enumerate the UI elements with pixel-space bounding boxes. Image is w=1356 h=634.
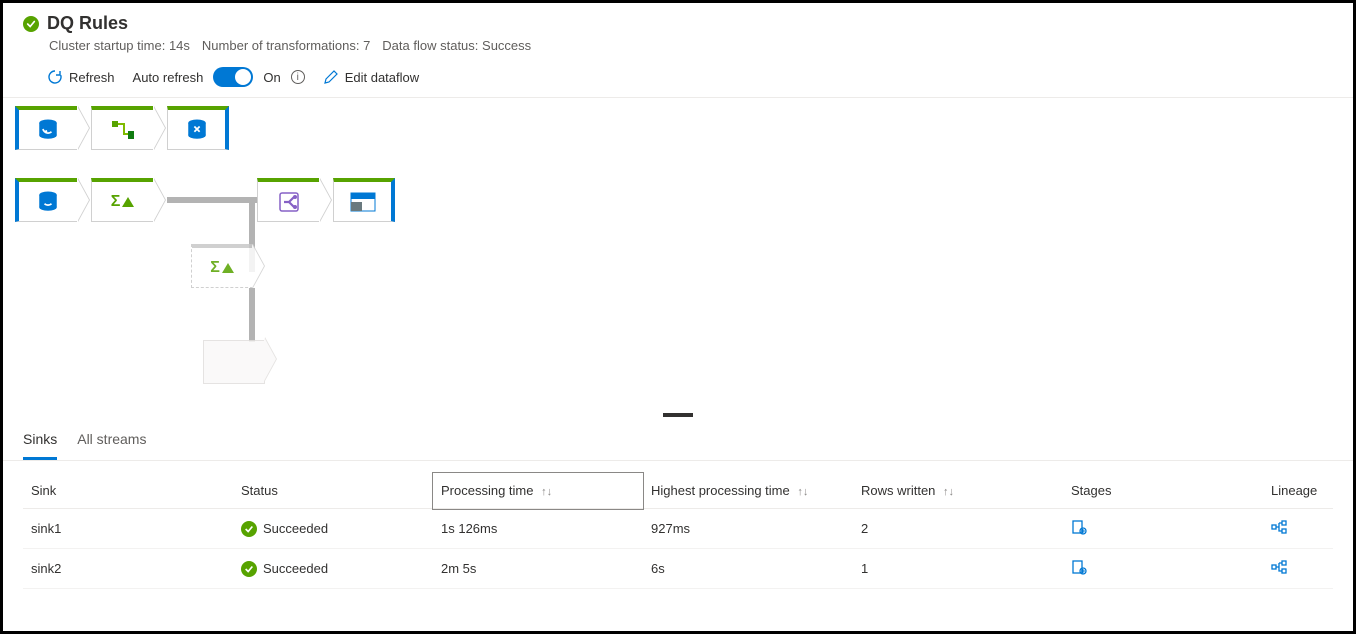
col-rows-written[interactable]: Rows written ↑↓ (853, 473, 1063, 509)
cell-rows: 1 (853, 549, 1063, 589)
success-status-icon (23, 16, 39, 32)
aggregate-node[interactable]: Σ (91, 178, 153, 222)
cell-rows: 2 (853, 509, 1063, 549)
page-title: DQ Rules (47, 13, 128, 34)
tab-all-streams[interactable]: All streams (77, 423, 146, 460)
sinks-table: Sink Status Processing time ↑↓ Highest p… (23, 473, 1333, 589)
col-processing-time[interactable]: Processing time ↑↓ (433, 473, 643, 509)
col-rows-label: Rows written (861, 483, 935, 498)
col-stages[interactable]: Stages (1063, 473, 1263, 509)
source-node-2[interactable] (15, 178, 77, 222)
col-highest-label: Highest processing time (651, 483, 790, 498)
dataflow-graph[interactable]: Σ (3, 98, 1353, 398)
col-lineage[interactable]: Lineage (1263, 473, 1333, 509)
cluster-startup-label: Cluster startup time: (49, 38, 165, 53)
stages-link-icon[interactable] (1071, 563, 1087, 578)
stages-link-icon[interactable] (1071, 523, 1087, 538)
edit-dataflow-label: Edit dataflow (345, 70, 419, 85)
aggregate-icon: Σ (111, 193, 135, 211)
refresh-label: Refresh (69, 70, 115, 85)
aggregate-icon: Σ (210, 259, 234, 277)
edit-dataflow-button[interactable]: Edit dataflow (323, 69, 419, 85)
status-text: Succeeded (263, 521, 328, 536)
sink-node-2[interactable] (333, 178, 395, 222)
cell-highest: 6s (643, 549, 853, 589)
col-highest-processing-time[interactable]: Highest processing time ↑↓ (643, 473, 853, 509)
pencil-icon (323, 69, 339, 85)
success-status-icon (241, 561, 257, 577)
transformations-value: 7 (363, 38, 370, 53)
auto-refresh-control: Auto refresh On i (133, 67, 305, 87)
refresh-button[interactable]: Refresh (47, 69, 115, 85)
refresh-icon (47, 69, 63, 85)
flow-status-label: Data flow status: (382, 38, 478, 53)
auto-refresh-toggle[interactable] (213, 67, 253, 87)
sort-icon: ↑↓ (797, 486, 808, 498)
auto-refresh-label: Auto refresh (133, 70, 204, 85)
lineage-link-icon[interactable] (1271, 563, 1287, 578)
database-icon (34, 188, 62, 216)
info-icon[interactable]: i (291, 70, 305, 84)
panel-split-handle[interactable] (663, 413, 693, 417)
cell-sink: sink2 (23, 549, 233, 589)
sort-icon: ↑↓ (541, 486, 552, 498)
cell-highest: 927ms (643, 509, 853, 549)
aggregate-node-2[interactable]: Σ (191, 244, 253, 288)
table-sink-icon (350, 192, 376, 212)
cluster-startup-value: 14s (169, 38, 190, 53)
status-text: Succeeded (263, 561, 328, 576)
col-processing-time-label: Processing time (441, 483, 533, 498)
cell-status: Succeeded (233, 549, 433, 589)
database-icon (34, 116, 62, 144)
meta-row: Cluster startup time: 14s Number of tran… (49, 38, 1333, 53)
lineage-link-icon[interactable] (1271, 523, 1287, 538)
sort-icon: ↑↓ (943, 486, 954, 498)
transformations-label: Number of transformations: (202, 38, 360, 53)
table-row[interactable]: sink1 Succeeded 1s 126ms 927ms 2 (23, 509, 1333, 549)
col-sink[interactable]: Sink (23, 473, 233, 509)
ghost-node[interactable] (203, 340, 265, 384)
conditional-split-icon (276, 189, 302, 215)
col-status[interactable]: Status (233, 473, 433, 509)
cell-processing-time: 1s 126ms (433, 509, 643, 549)
success-status-icon (241, 521, 257, 537)
sink-node[interactable] (167, 106, 229, 150)
tab-sinks[interactable]: Sinks (23, 423, 57, 460)
connector (167, 197, 257, 203)
table-row[interactable]: sink2 Succeeded 2m 5s 6s 1 (23, 549, 1333, 589)
cell-sink: sink1 (23, 509, 233, 549)
cell-status: Succeeded (233, 509, 433, 549)
flow-status-value: Success (482, 38, 531, 53)
database-sink-icon (183, 116, 211, 144)
cell-processing-time: 2m 5s (433, 549, 643, 589)
derived-column-node[interactable] (91, 106, 153, 150)
connector-vertical (249, 288, 255, 342)
source-node[interactable] (15, 106, 77, 150)
derived-column-icon (110, 119, 136, 141)
auto-refresh-state: On (263, 70, 280, 85)
split-node[interactable] (257, 178, 319, 222)
